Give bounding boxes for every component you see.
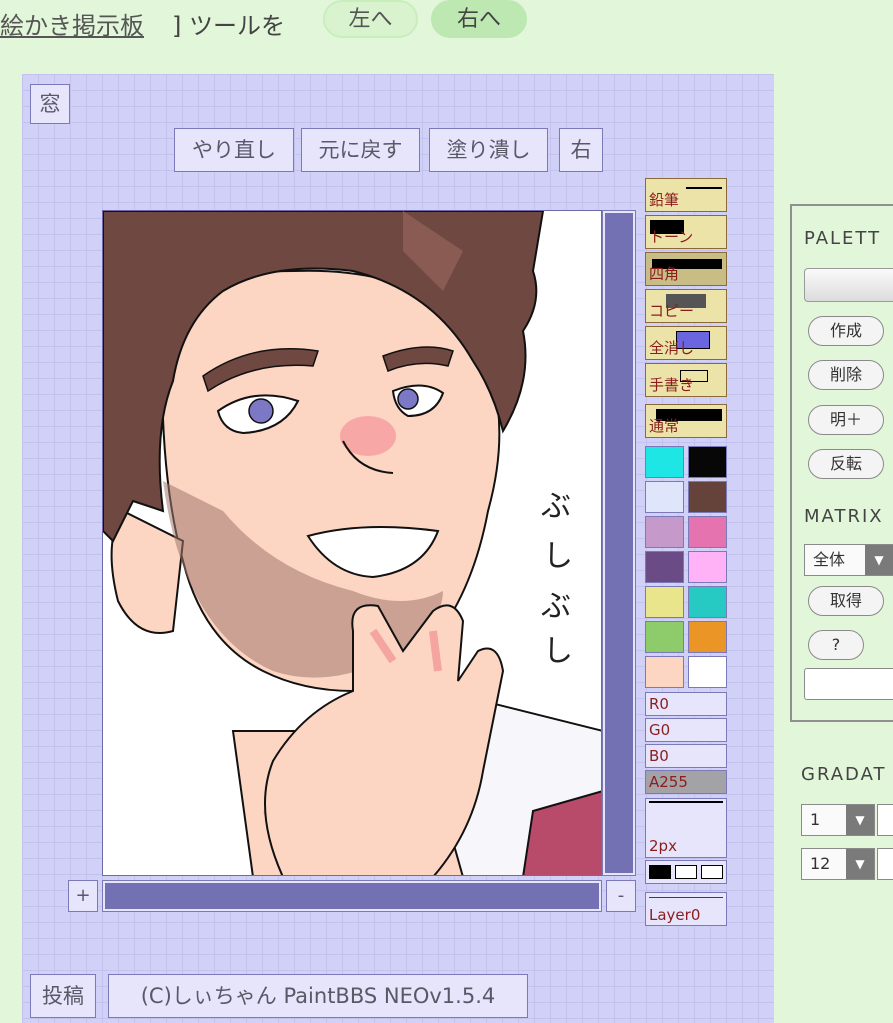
palette-select[interactable] [804,268,893,302]
chevron-down-icon: ▼ [846,849,874,879]
matrix-select-value: 全体 [813,550,846,569]
sfx-text-2: し [543,539,573,574]
matrix-title: MATRIX [804,506,884,527]
artwork: ぶ し ぶ し [103,211,601,875]
gradation-input-1[interactable] [877,804,893,836]
tool-freehand-label: 手書き [649,376,695,394]
tool-rectangle[interactable]: 四角 [645,252,727,286]
gradation-title: GRADAT [801,764,887,785]
gradation-select-1[interactable]: 1 ▼ [801,804,875,836]
color-swatch[interactable] [688,446,727,478]
color-swatch[interactable] [645,656,684,688]
pencil-icon [686,187,722,189]
palette-delete-button[interactable]: 削除 [808,360,884,390]
tool-clear[interactable]: 全消し [645,326,727,360]
board-link[interactable]: 絵かき掲示板 [0,6,144,41]
gradation-select-2[interactable]: 12 ▼ [801,848,875,880]
tool-pencil[interactable]: 鉛筆 [645,178,727,212]
color-swatch[interactable] [688,516,727,548]
window-button[interactable]: 窓 [30,84,70,124]
vertical-scroll-thumb[interactable] [605,213,633,873]
gradation-select-2-value: 12 [810,854,831,873]
color-swatch[interactable] [645,586,684,618]
tool-rectangle-label: 四角 [649,265,680,283]
palette-panel: PALETT 作成 削除 明＋ 反転 MATRIX 全体 ▼ 取得 ? [790,204,893,722]
zoom-in-button[interactable]: + [68,880,98,912]
brush-size-label: 2px [649,837,677,855]
toolbar-side-button[interactable]: 右 [559,128,603,172]
fill-button[interactable]: 塗り潰し [429,128,548,172]
color-swatch[interactable] [688,551,727,583]
palette-brighten-button[interactable]: 明＋ [808,405,884,435]
matrix-select[interactable]: 全体 ▼ [804,544,893,576]
green-slider[interactable]: G0 [645,718,727,742]
matrix-help-button[interactable]: ? [808,630,864,660]
tools-label: ] ツールを [172,12,285,40]
tool-tone[interactable]: トーン [645,215,727,249]
blue-slider[interactable]: B0 [645,744,727,768]
chevron-down-icon: ▼ [865,545,893,575]
mask-black-icon[interactable] [649,865,671,879]
color-swatch[interactable] [645,446,684,478]
tool-normal[interactable]: 通常 [645,404,727,438]
tool-copy-label: コピー [649,302,695,320]
mask-white-icon[interactable] [675,865,697,879]
layer-line [649,897,723,898]
tool-normal-label: 通常 [649,417,680,435]
copyright-link[interactable]: (C)しぃちゃん PaintBBS NEOv1.5.4 [108,974,528,1018]
sfx-text-1: ぶ [541,489,571,524]
color-swatch[interactable] [688,621,727,653]
layer-label: Layer0 [649,906,701,924]
submit-button[interactable]: 投稿 [30,974,96,1018]
color-swatch[interactable] [645,551,684,583]
move-left-button[interactable]: 左へ [323,0,418,38]
paint-applet: 窓 やり直し 元に戻す 塗り潰し 右 ぶ し ぶ し + - 鉛筆 トーン 四角… [22,74,774,1023]
color-swatch[interactable] [645,516,684,548]
chevron-down-icon: ▼ [846,805,874,835]
mask-none-icon[interactable] [701,865,723,879]
brush-size-selector[interactable]: 2px [645,798,727,858]
color-swatch[interactable] [688,656,727,688]
horizontal-scrollbar[interactable] [102,880,602,912]
gradation-input-2[interactable] [877,848,893,880]
redo-button[interactable]: やり直し [174,128,294,172]
color-swatch[interactable] [645,621,684,653]
color-swatch[interactable] [645,481,684,513]
sfx-text-3: ぶ [541,589,571,624]
gradation-select-1-value: 1 [810,810,821,829]
vertical-scrollbar[interactable] [602,210,636,876]
tool-freehand[interactable]: 手書き [645,363,727,397]
palette-invert-button[interactable]: 反転 [808,449,884,479]
undo-button[interactable]: 元に戻す [301,128,420,172]
alpha-slider[interactable]: A255 [645,770,727,794]
color-swatch[interactable] [688,586,727,618]
mask-mode-selector[interactable] [645,860,727,884]
color-swatch[interactable] [688,481,727,513]
sfx-text-4: し [543,634,573,669]
horizontal-scroll-thumb[interactable] [105,883,599,909]
drawing-canvas[interactable]: ぶ し ぶ し [102,210,602,876]
palette-title: PALETT [804,228,882,249]
top-bar: 絵かき掲示板 ] ツールを 左へ 右へ [0,0,893,44]
brush-size-preview [649,801,723,803]
tool-tone-label: トーン [649,228,694,246]
red-slider[interactable]: R0 [645,692,727,716]
tool-copy[interactable]: コピー [645,289,727,323]
zoom-out-button[interactable]: - [606,880,636,912]
matrix-input[interactable] [804,668,893,700]
tool-pencil-label: 鉛筆 [649,191,680,209]
tool-clear-label: 全消し [649,339,695,357]
move-right-button[interactable]: 右へ [431,0,527,38]
layer-selector[interactable]: Layer0 [645,892,727,926]
palette-create-button[interactable]: 作成 [808,316,884,346]
matrix-get-button[interactable]: 取得 [808,586,884,616]
